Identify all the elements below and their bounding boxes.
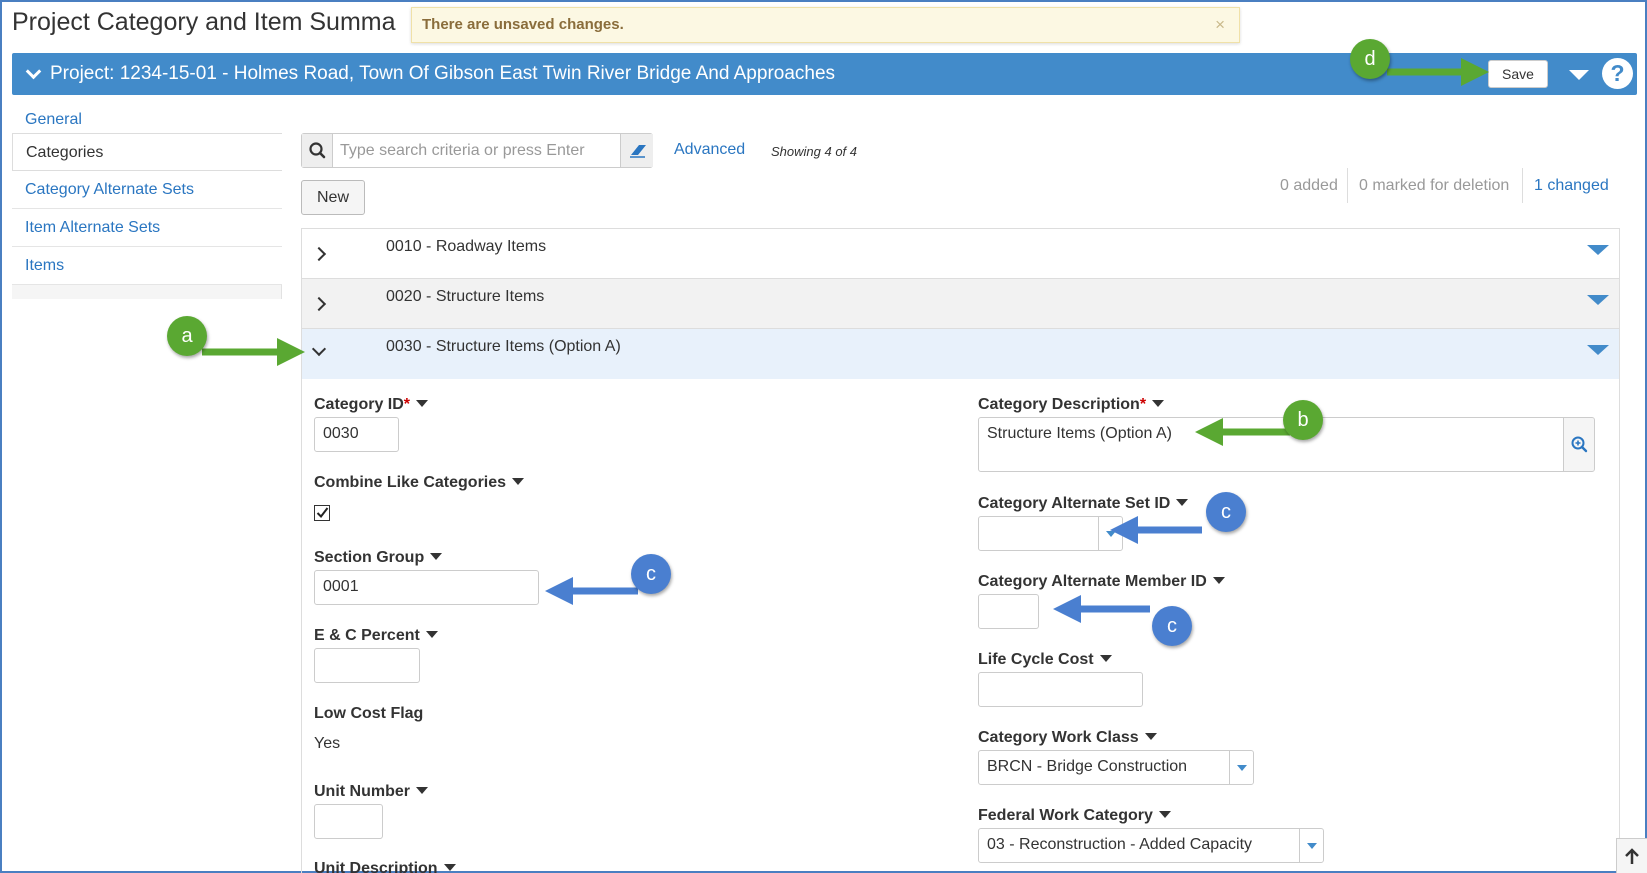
sidebar-item-items[interactable]: Items [12, 247, 282, 285]
search-icon [302, 134, 333, 167]
low-cost-flag-value: Yes [314, 735, 341, 752]
eraser-icon[interactable] [620, 134, 653, 167]
caret-down-icon[interactable] [512, 478, 525, 485]
category-row[interactable]: 0010 - Roadway Items [302, 229, 1619, 279]
caret-down-icon[interactable] [430, 553, 443, 560]
help-icon[interactable]: ? [1602, 58, 1633, 89]
added-count: 0 added [1280, 177, 1338, 194]
chevron-down-icon[interactable] [311, 341, 327, 357]
combine-like-categories-label: Combine Like Categories [314, 474, 525, 492]
checkmark-icon [316, 507, 329, 519]
arrow-up-icon [1625, 848, 1639, 864]
federal-work-category-select[interactable]: 03 - Reconstruction - Added Capacity [978, 828, 1324, 863]
unit-number-label: Unit Number [314, 783, 428, 801]
life-cycle-cost-input[interactable] [978, 672, 1143, 707]
caret-down-icon[interactable] [1569, 70, 1589, 80]
unit-number-input[interactable] [314, 804, 383, 839]
caret-down-icon[interactable] [1587, 245, 1609, 255]
caret-down-icon[interactable] [1176, 499, 1189, 506]
category-row-label: 0030 - Structure Items (Option A) [386, 338, 621, 355]
category-alternate-member-id-input[interactable] [978, 594, 1039, 629]
category-alternate-set-id-label: Category Alternate Set ID [978, 495, 1189, 513]
caret-down-icon[interactable] [1144, 733, 1157, 740]
zoom-in-icon[interactable] [1563, 418, 1594, 471]
caret-down-icon[interactable] [1099, 655, 1112, 662]
callout-badge-a: a [167, 316, 207, 356]
sidebar-item-item-alternate-sets[interactable]: Item Alternate Sets [12, 209, 282, 247]
search-bar [301, 133, 653, 168]
new-button[interactable]: New [301, 180, 365, 215]
caret-down-icon[interactable] [425, 631, 438, 638]
caret-down-icon[interactable] [1587, 345, 1609, 355]
category-id-input[interactable]: 0030 [314, 417, 399, 452]
low-cost-flag-label: Low Cost Flag [314, 705, 424, 722]
dropdown-arrow-icon[interactable] [1299, 829, 1323, 862]
category-row-label: 0020 - Structure Items [386, 288, 545, 305]
dropdown-arrow-icon[interactable] [1098, 517, 1122, 550]
window-frame: Project Category and Item Summa There ar… [0, 0, 1647, 873]
save-button[interactable]: Save [1488, 60, 1548, 88]
close-icon[interactable]: × [1215, 15, 1225, 35]
category-id-label: Category ID* [314, 396, 429, 414]
toast-message: There are unsaved changes. [422, 16, 624, 33]
caret-down-icon[interactable] [1152, 400, 1165, 407]
category-work-class-select[interactable]: BRCN - Bridge Construction [978, 750, 1254, 785]
unit-description-label: Unit Description [314, 860, 456, 873]
deleted-count: 0 marked for deletion [1359, 177, 1510, 194]
search-input[interactable] [334, 134, 619, 167]
scroll-to-top-button[interactable] [1616, 838, 1647, 873]
sidebar-item-categories[interactable]: Categories [12, 133, 282, 171]
section-group-input[interactable]: 0001 [314, 570, 539, 605]
unsaved-changes-toast: There are unsaved changes. × [411, 7, 1240, 43]
changed-count[interactable]: 1 changed [1534, 177, 1609, 195]
advanced-search-link[interactable]: Advanced [674, 141, 745, 159]
sidebar: General Categories Category Alternate Se… [12, 101, 282, 299]
sidebar-item-category-alternate-sets[interactable]: Category Alternate Sets [12, 171, 282, 209]
ec-percent-label: E & C Percent [314, 627, 438, 645]
callout-badge-c: c [1206, 492, 1246, 532]
life-cycle-cost-label: Life Cycle Cost [978, 651, 1112, 669]
caret-down-icon[interactable] [1587, 295, 1609, 305]
caret-down-icon[interactable] [1212, 577, 1225, 584]
chevron-right-icon[interactable] [311, 296, 327, 312]
category-work-class-label: Category Work Class [978, 729, 1157, 747]
chevron-right-icon[interactable] [311, 246, 327, 262]
category-work-class-value: BRCN - Bridge Construction [987, 758, 1188, 775]
caret-down-icon[interactable] [416, 400, 429, 407]
divider [1522, 168, 1523, 203]
callout-badge-c: c [1152, 606, 1192, 646]
divider [1347, 168, 1348, 203]
caret-down-icon[interactable] [416, 787, 428, 794]
category-alternate-member-id-label: Category Alternate Member ID [978, 573, 1225, 591]
caret-down-icon[interactable] [443, 864, 456, 871]
combine-like-categories-checkbox[interactable] [314, 505, 330, 521]
project-banner: Project: 1234-15-01 - Holmes Road, Town … [12, 53, 1637, 95]
project-title: Project: 1234-15-01 - Holmes Road, Town … [50, 63, 836, 84]
results-count: Showing 4 of 4 [771, 144, 858, 159]
category-row[interactable]: 0020 - Structure Items [302, 279, 1619, 329]
category-row-label: 0010 - Roadway Items [386, 238, 547, 255]
category-description-value: Structure Items (Option A) [987, 425, 1172, 442]
section-group-label: Section Group [314, 549, 443, 567]
dropdown-arrow-icon[interactable] [1229, 751, 1253, 784]
chevron-down-icon[interactable] [25, 63, 42, 80]
category-list: 0010 - Roadway Items 0020 - Structure It… [301, 228, 1620, 873]
caret-down-icon[interactable] [1158, 811, 1171, 818]
category-alternate-set-id-select[interactable] [978, 516, 1123, 551]
callout-badge-b: b [1283, 400, 1323, 440]
federal-work-category-value: 03 - Reconstruction - Added Capacity [987, 836, 1253, 853]
category-row-expanded[interactable]: 0030 - Structure Items (Option A) [302, 329, 1619, 379]
ec-percent-input[interactable] [314, 648, 420, 683]
callout-badge-d: d [1350, 39, 1390, 79]
federal-work-category-label: Federal Work Category [978, 807, 1171, 825]
page-title: Project Category and Item Summa [12, 8, 396, 36]
callout-badge-c: c [631, 554, 671, 594]
category-description-label: Category Description* [978, 396, 1165, 414]
